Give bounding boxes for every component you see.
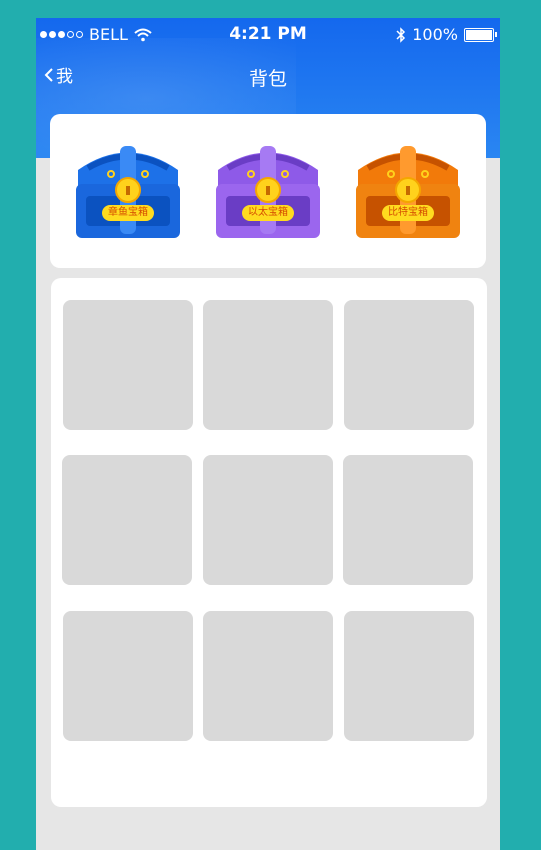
chest-label-octopus: 章鱼宝箱 bbox=[102, 205, 154, 221]
chest-item-ether[interactable]: 以太宝箱 bbox=[208, 140, 328, 240]
inventory-slot[interactable] bbox=[203, 455, 333, 585]
battery-percent: 100% bbox=[412, 25, 458, 44]
chest-label-ether: 以太宝箱 bbox=[242, 205, 294, 221]
inventory-grid bbox=[51, 278, 487, 807]
inventory-slot[interactable] bbox=[343, 455, 473, 585]
chest-panel: 章鱼宝箱 以太宝箱 比特宝箱 bbox=[50, 114, 486, 268]
chest-item-octopus[interactable]: 章鱼宝箱 bbox=[68, 140, 188, 240]
treasure-chest-icon bbox=[356, 146, 460, 238]
inventory-slot[interactable] bbox=[62, 455, 192, 585]
bluetooth-icon bbox=[396, 26, 406, 43]
phone-screen: BELL 4:21 PM 100% 我 背包 章鱼宝箱 以太宝箱 比特宝箱 bbox=[36, 18, 500, 850]
navigation-bar: 我 背包 bbox=[36, 58, 500, 94]
inventory-slot[interactable] bbox=[203, 300, 333, 430]
status-right: 100% bbox=[396, 25, 497, 44]
chest-label-bit: 比特宝箱 bbox=[382, 205, 434, 221]
page-title: 背包 bbox=[248, 68, 287, 90]
inventory-slot[interactable] bbox=[344, 611, 474, 741]
battery-icon bbox=[464, 27, 497, 42]
inventory-slot[interactable] bbox=[63, 300, 193, 430]
treasure-chest-icon bbox=[76, 146, 180, 238]
inventory-slot[interactable] bbox=[203, 611, 333, 741]
inventory-slot[interactable] bbox=[63, 611, 193, 741]
treasure-chest-icon bbox=[216, 146, 320, 238]
inventory-slot[interactable] bbox=[344, 300, 474, 430]
chest-item-bit[interactable]: 比特宝箱 bbox=[348, 140, 468, 240]
status-bar: BELL 4:21 PM 100% bbox=[36, 18, 500, 50]
